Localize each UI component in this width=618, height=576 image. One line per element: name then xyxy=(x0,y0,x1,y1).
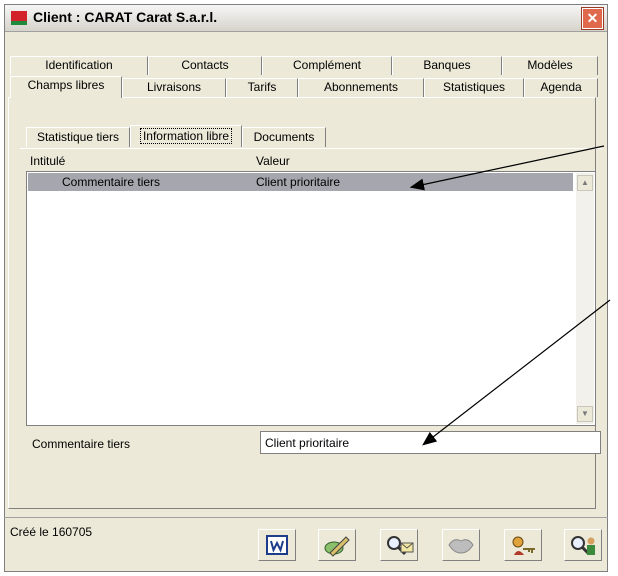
subtab-statistique-tiers[interactable]: Statistique tiers xyxy=(26,127,130,147)
edit-button[interactable] xyxy=(318,529,356,561)
subtab-documents[interactable]: Documents xyxy=(242,127,326,147)
subtab-divider xyxy=(20,148,602,150)
tab-complement[interactable]: Complément xyxy=(262,56,392,75)
commentaire-label: Commentaire tiers xyxy=(32,437,131,451)
tab-modeles[interactable]: Modèles xyxy=(502,56,598,75)
row-label: Commentaire tiers xyxy=(62,175,161,189)
vertical-scrollbar[interactable]: ▲ ▼ xyxy=(576,173,594,424)
edit-pencil-icon xyxy=(324,536,350,557)
tab-tarifs[interactable]: Tarifs xyxy=(226,78,298,97)
tab-livraisons[interactable]: Livraisons xyxy=(122,78,226,97)
search-mail-button[interactable] xyxy=(380,529,418,561)
info-libre-grid[interactable]: Commentaire tiers Client prioritaire ▲ ▼ xyxy=(26,171,596,426)
tab-identification[interactable]: Identification xyxy=(10,56,148,75)
close-button[interactable]: ✕ xyxy=(582,8,603,29)
search-user-icon xyxy=(571,536,595,555)
tab-contacts[interactable]: Contacts xyxy=(148,56,262,75)
title-bar[interactable]: Client : CARAT Carat S.a.r.l. ✕ xyxy=(5,5,607,32)
commentaire-field[interactable] xyxy=(260,431,601,454)
word-icon xyxy=(266,535,288,555)
row-value: Client prioritaire xyxy=(256,175,341,189)
users-keys-icon xyxy=(512,536,535,555)
search-mail-icon xyxy=(387,536,414,556)
created-date: Créé le 160705 xyxy=(10,525,93,539)
scroll-down-icon[interactable]: ▼ xyxy=(577,406,593,422)
table-row[interactable]: Commentaire tiers Client prioritaire xyxy=(28,173,573,191)
close-icon: ✕ xyxy=(586,10,599,26)
tab-agenda[interactable]: Agenda xyxy=(524,78,598,97)
search-user-button[interactable] xyxy=(564,529,602,561)
column-header-intitule[interactable]: Intitulé xyxy=(30,154,65,168)
column-header-valeur[interactable]: Valeur xyxy=(256,154,290,168)
tab-champs-libres[interactable]: Champs libres xyxy=(10,76,122,98)
app-flag-icon xyxy=(11,11,27,25)
word-button[interactable] xyxy=(258,529,296,561)
window-title: Client : CARAT Carat S.a.r.l. xyxy=(33,9,218,25)
tab-statistiques[interactable]: Statistiques xyxy=(424,78,524,97)
handshake-icon xyxy=(448,539,474,554)
subtab-information-libre[interactable]: Information libre xyxy=(130,125,242,147)
tab-banques[interactable]: Banques xyxy=(392,56,502,75)
tab-abonnements[interactable]: Abonnements xyxy=(298,78,424,97)
status-divider xyxy=(4,517,608,518)
users-keys-button[interactable] xyxy=(504,529,542,561)
handshake-button[interactable] xyxy=(442,529,480,561)
scroll-up-icon[interactable]: ▲ xyxy=(577,175,593,191)
